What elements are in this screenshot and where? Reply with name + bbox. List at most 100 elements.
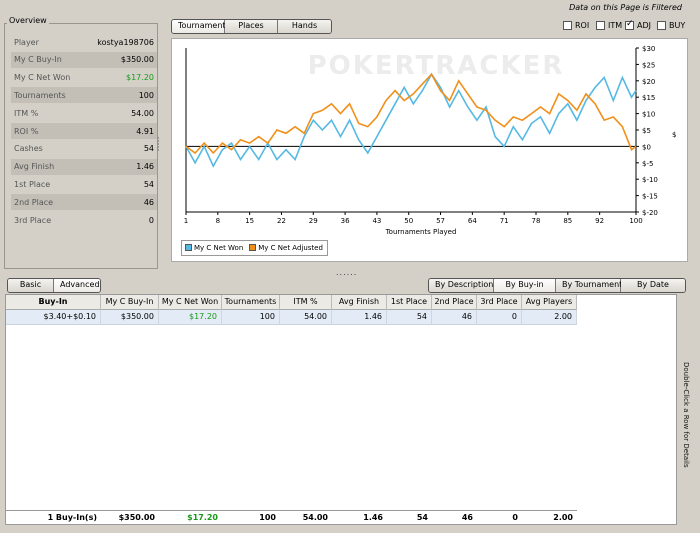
y-axis-label: $ — [672, 131, 676, 139]
column-header[interactable]: My C Net Won — [159, 295, 222, 310]
overview-row: ITM % 54.00 — [11, 105, 157, 121]
vertical-splitter[interactable]: · · · · · — [157, 135, 160, 155]
results-table: Buy-In My C Buy-In My C Net Won Tournaments… — [5, 294, 677, 525]
tab-by-tournament[interactable]: By Tournament — [556, 279, 622, 292]
tab-by-buyin[interactable]: By Buy-in — [494, 279, 556, 292]
overview-label: 3rd Place — [14, 215, 52, 225]
totals-cell: 54 — [416, 513, 428, 522]
overview-row: Cashes 54 — [11, 141, 157, 157]
table-cell: 54.00 — [280, 310, 332, 325]
roi-label: ROI — [575, 21, 590, 30]
roi-checkbox[interactable] — [563, 21, 572, 30]
column-header[interactable]: Avg Players — [522, 295, 577, 310]
x-tick-label: 15 — [245, 217, 254, 225]
y-tick-label: $30 — [642, 45, 655, 53]
y-tick-label: $20 — [642, 78, 655, 86]
detail-level-tabs: Basic Advanced — [7, 278, 101, 293]
x-tick-label: 22 — [277, 217, 286, 225]
column-header[interactable]: Buy-In — [6, 295, 101, 310]
x-tick-label: 92 — [595, 217, 604, 225]
tab-by-description[interactable]: By Description — [429, 279, 494, 292]
itm-option[interactable]: ITM — [596, 21, 622, 30]
totals-cell: 2.00 — [553, 513, 573, 522]
y-tick-label: $10 — [642, 111, 655, 119]
x-tick-label: 50 — [404, 217, 413, 225]
totals-cell: 54.00 — [302, 513, 328, 522]
buy-label: BUY — [669, 21, 686, 30]
x-tick-label: 78 — [532, 217, 541, 225]
overview-row: Avg Finish 1.46 — [11, 158, 157, 175]
overview-value: $350.00 — [120, 55, 154, 65]
totals-cell: 1.46 — [363, 513, 383, 522]
x-tick-label: 85 — [563, 217, 572, 225]
table-cell: $17.20 — [159, 310, 222, 325]
overview-value: 100 — [138, 90, 154, 100]
overview-value: 1.46 — [136, 162, 154, 172]
overview-value: 4.91 — [136, 126, 154, 136]
table-cell: $350.00 — [101, 310, 159, 325]
buy-checkbox[interactable] — [657, 21, 666, 30]
table-cell: 0 — [477, 310, 522, 325]
roi-option[interactable]: ROI — [563, 21, 589, 30]
overview-value: kostya198706 — [97, 37, 154, 47]
tab-by-date[interactable]: By Date — [621, 279, 685, 292]
itm-label: ITM — [608, 21, 623, 30]
column-header[interactable]: My C Buy-In — [101, 295, 159, 310]
profit-line-chart: POKERTRACKER $30 $25 $20 $15 $10 $5 $0 $-5 $-10 $-… — [184, 45, 677, 236]
chart-panel: POKERTRACKER $30 $25 $20 $15 $10 $5 $0 $-5 $-10 $-… — [171, 38, 688, 262]
x-tick-label: 29 — [309, 217, 318, 225]
horizontal-splitter[interactable]: ...... — [336, 268, 357, 277]
column-header[interactable]: 1st Place — [387, 295, 432, 310]
buy-option[interactable]: BUY — [657, 21, 685, 30]
itm-checkbox[interactable] — [596, 21, 605, 30]
column-header[interactable]: 3rd Place — [477, 295, 522, 310]
totals-cell: 46 — [461, 513, 473, 522]
series-line-net-won — [185, 72, 637, 168]
totals-cell: $350.00 — [118, 513, 155, 522]
totals-cell: 100 — [259, 513, 276, 522]
totals-cell: 1 Buy-In(s) — [47, 513, 97, 522]
overview-value: 54.00 — [131, 108, 154, 118]
x-tick-label: 71 — [500, 217, 509, 225]
table-totals-row: 1 Buy-In(s) $350.00 $17.20 100 54.00 1.46 54 46… — [6, 510, 577, 525]
tab-places[interactable]: Places — [225, 20, 278, 33]
overview-title: Overview — [7, 16, 49, 25]
adj-label: ADJ — [637, 21, 651, 30]
watermark: POKERTRACKER — [308, 51, 565, 81]
y-tick-label: $-10 — [642, 176, 658, 184]
series-line-net-adjusted — [185, 72, 637, 155]
overview-row: 3rd Place 0 — [11, 212, 157, 228]
x-tick-label: 43 — [372, 217, 381, 225]
overview-value: 0 — [148, 215, 154, 225]
overview-label: Player — [14, 37, 39, 47]
overview-row: My C Buy-In $350.00 — [11, 51, 157, 68]
overview-value: $17.20 — [126, 73, 154, 83]
overview-row: ROI % 4.91 — [11, 123, 157, 139]
tab-hands[interactable]: Hands — [278, 20, 331, 33]
overview-label: My C Net Won — [14, 73, 71, 83]
overview-value: 54 — [143, 144, 154, 154]
tab-tournament[interactable]: Tournament — [172, 20, 226, 33]
overview-label: 2nd Place — [14, 197, 54, 207]
table-row[interactable]: $3.40+$0.10 $350.00 $17.20 100 54.00 1.46 54 46… — [6, 310, 577, 325]
overview-panel: Player kostya198706 My C Buy-In $350.00 My C… — [4, 23, 158, 269]
tab-advanced[interactable]: Advanced — [54, 279, 100, 292]
column-header[interactable]: ITM % — [280, 295, 332, 310]
y-tick-label: $15 — [642, 94, 655, 102]
adj-checkbox[interactable] — [625, 19, 634, 30]
overview-label: My C Buy-In — [14, 55, 62, 65]
column-header[interactable]: Tournaments — [222, 295, 280, 310]
tab-basic[interactable]: Basic — [8, 279, 54, 292]
y-tick-label: $5 — [642, 127, 651, 135]
view-tabs: By Description By Buy-in By Tournament B… — [428, 278, 686, 293]
graph-tabs: Tournament Places Hands — [171, 19, 332, 34]
column-header[interactable]: Avg Finish — [332, 295, 387, 310]
overview-label: Avg Finish — [14, 162, 55, 172]
x-tick-label: 1 — [184, 217, 188, 225]
column-header[interactable]: 2nd Place — [432, 295, 477, 310]
table-cell: 54 — [387, 310, 432, 325]
overview-row: 2nd Place 46 — [11, 194, 157, 211]
overview-row: My C Net Won $17.20 — [11, 70, 157, 86]
adj-option[interactable]: ADJ — [625, 19, 651, 30]
x-tick-label: 100 — [629, 217, 642, 225]
